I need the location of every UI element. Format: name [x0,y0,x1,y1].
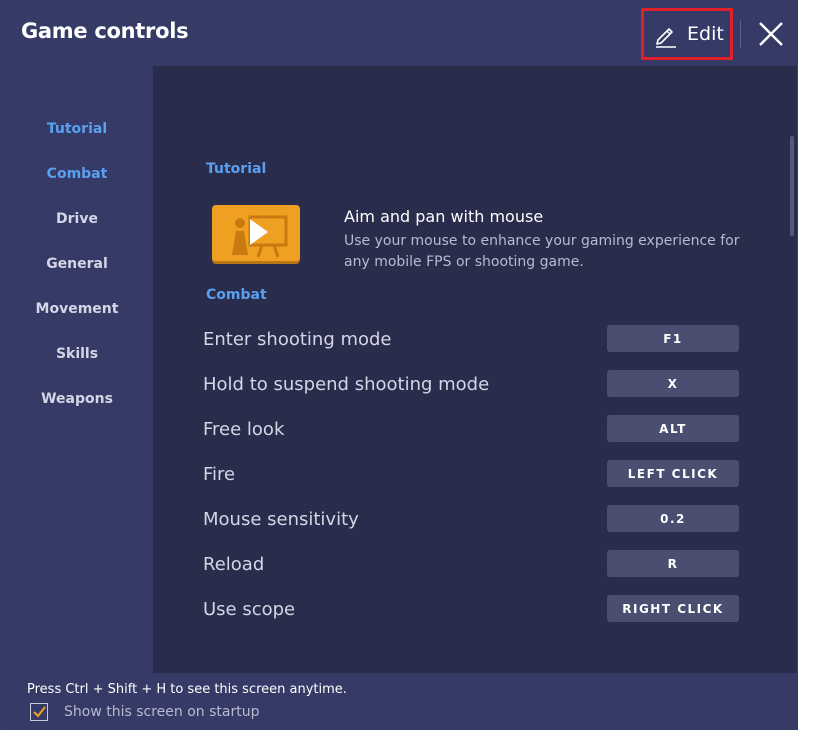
play-video-icon [232,215,288,258]
sidebar-item-combat[interactable]: Combat [1,166,153,182]
pencil-icon [656,28,676,48]
window-title: Game controls [21,19,189,43]
content-scrollbar[interactable] [790,136,794,236]
control-label-mouse-sensitivity: Mouse sensitivity [203,509,359,530]
key-binding-fire[interactable]: LEFT CLICK [607,460,739,487]
title-bar: Game controls Edit [1,0,797,66]
key-binding-enter-shooting-mode[interactable]: F1 [607,325,739,352]
edit-button[interactable]: Edit [641,8,733,60]
control-label-suspend-shooting-mode: Hold to suspend shooting mode [203,374,490,395]
control-label-enter-shooting-mode: Enter shooting mode [203,329,392,350]
control-label-reload: Reload [203,554,265,575]
mouse-sensitivity-value[interactable]: 0.2 [607,505,739,532]
control-label-use-scope: Use scope [203,599,296,620]
tutorial-description: Use your mouse to enhance your gaming ex… [344,233,740,270]
checkmark-icon [33,706,46,718]
section-heading-tutorial: Tutorial [206,161,267,177]
close-icon [759,22,783,46]
tutorial-title: Aim and pan with mouse [344,207,544,226]
show-on-startup-checkbox[interactable] [30,703,48,721]
control-label-free-look: Free look [203,419,285,440]
sidebar-item-drive[interactable]: Drive [1,211,153,227]
titlebar-divider [740,20,741,48]
tutorial-thumbnail[interactable] [212,205,300,261]
sidebar-item-weapons[interactable]: Weapons [1,391,153,407]
section-heading-combat: Combat [206,287,267,303]
sidebar-item-movement[interactable]: Movement [1,301,153,317]
game-controls-window: Game controls Edit Tutorial Combat Drive… [0,0,798,730]
key-binding-use-scope[interactable]: RIGHT CLICK [607,595,739,622]
category-sidebar: Tutorial Combat Drive General Movement S… [1,66,153,673]
shortcut-hint: Press Ctrl + Shift + H to see this scree… [27,682,347,697]
show-on-startup-label[interactable]: Show this screen on startup [64,704,259,720]
edit-label: Edit [687,23,724,45]
sidebar-item-general[interactable]: General [1,256,153,272]
key-binding-reload[interactable]: R [607,550,739,577]
key-binding-free-look[interactable]: ALT [607,415,739,442]
close-button[interactable] [757,20,785,48]
footer-bar: Press Ctrl + Shift + H to see this scree… [1,673,797,730]
control-label-fire: Fire [203,464,236,485]
key-binding-suspend-shooting-mode[interactable]: X [607,370,739,397]
sidebar-item-tutorial[interactable]: Tutorial [1,121,153,137]
sidebar-item-skills[interactable]: Skills [1,346,153,362]
